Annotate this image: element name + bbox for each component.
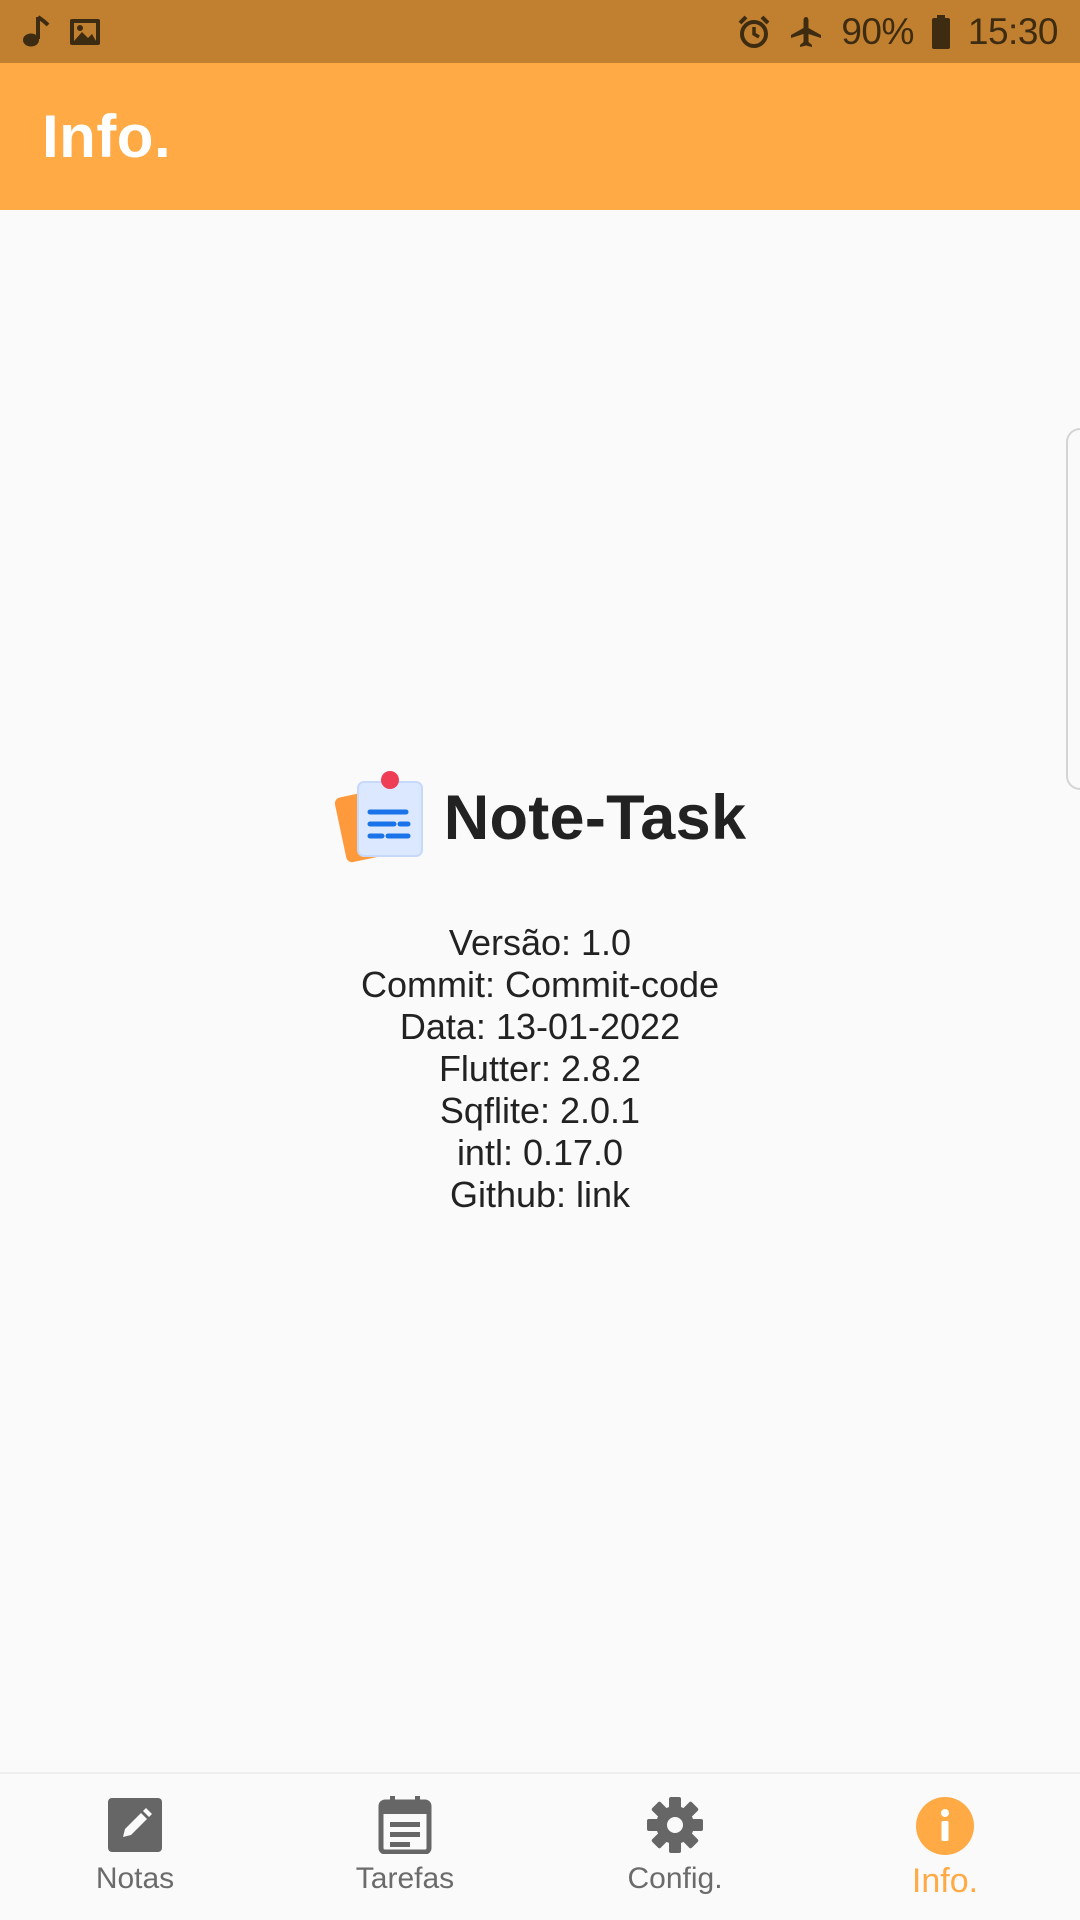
nav-item-tarefas[interactable]: Tarefas <box>270 1774 540 1920</box>
github-link[interactable]: Github: link <box>450 1174 630 1216</box>
app-name: Note-Task <box>443 783 747 853</box>
sqflite-version-text: Sqflite: 2.0.1 <box>439 1090 641 1131</box>
nav-label-notas: Notas <box>95 1862 175 1895</box>
nav-item-config[interactable]: Config. <box>540 1774 810 1920</box>
date-text: Data: 13-01-2022 <box>399 1006 681 1047</box>
image-icon <box>68 17 102 47</box>
music-note-icon <box>20 14 50 49</box>
intl-version-text: intl: 0.17.0 <box>456 1132 624 1173</box>
bottom-navigation: Notas Tarefas Config. Info. <box>0 1772 1080 1920</box>
screen: 90% 15:30 Info. Note-Task Versão: 1.0 Co… <box>0 0 1080 1920</box>
app-header: Note-Task <box>0 770 1080 866</box>
status-right: 90% 15:30 <box>737 10 1059 53</box>
commit-text: Commit: Commit-code <box>360 964 720 1005</box>
nav-label-info: Info. <box>911 1862 979 1900</box>
battery-percentage: 90% <box>841 10 914 52</box>
notepad-icon <box>334 770 430 866</box>
nav-label-tarefas: Tarefas <box>355 1862 455 1895</box>
nav-label-config: Config. <box>627 1862 723 1895</box>
nav-item-info[interactable]: Info. <box>810 1774 1080 1920</box>
status-left <box>20 14 102 49</box>
info-list: Versão: 1.0 Commit: Commit-code Data: 13… <box>0 922 1080 1216</box>
app-bar: Info. <box>0 63 1080 210</box>
flutter-version-text: Flutter: 2.8.2 <box>438 1048 642 1089</box>
edge-panel-handle[interactable] <box>1066 428 1080 790</box>
alarm-icon <box>737 15 771 49</box>
nav-item-notas[interactable]: Notas <box>0 1774 270 1920</box>
status-bar: 90% 15:30 <box>0 0 1080 63</box>
clock: 15:30 <box>967 10 1059 52</box>
version-text: Versão: 1.0 <box>448 922 632 963</box>
info-content: Note-Task Versão: 1.0 Commit: Commit-cod… <box>0 210 1080 1772</box>
airplane-icon <box>789 15 823 49</box>
edit-note-icon <box>106 1796 164 1854</box>
gear-icon <box>646 1796 704 1854</box>
calendar-icon <box>378 1796 432 1854</box>
info-icon <box>915 1796 975 1856</box>
page-title: Info. <box>42 103 172 170</box>
battery-icon <box>931 14 950 49</box>
